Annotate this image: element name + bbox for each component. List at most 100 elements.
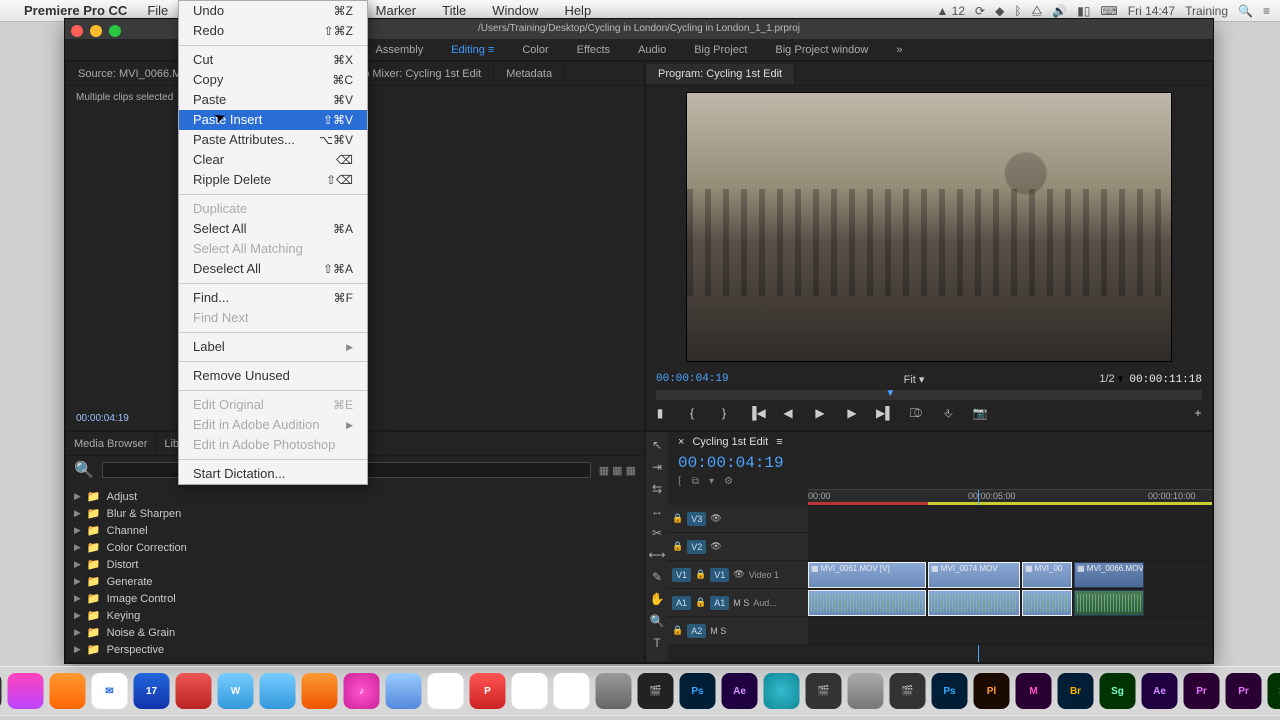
export-frame-icon[interactable]: 📷 — [972, 406, 988, 421]
timeline-timecode[interactable]: 00:00:04:19 — [668, 452, 1212, 474]
user-name[interactable]: Training — [1185, 4, 1228, 18]
notifications-icon[interactable]: ≡ — [1263, 4, 1270, 18]
workspace-editing[interactable]: Editing ≡ — [451, 44, 494, 56]
battery-icon[interactable]: ▮▯ — [1077, 4, 1090, 18]
extract-icon[interactable]: ⎀ — [940, 406, 956, 421]
edit-menu-item[interactable]: Paste Insert⇧⌘V — [179, 110, 367, 130]
dock-app-icon[interactable]: 🎬 — [806, 673, 842, 709]
dock-app-icon[interactable]: P — [470, 673, 506, 709]
dock-app-icon[interactable]: Pr — [1226, 673, 1262, 709]
spotlight-icon[interactable]: 🔍 — [1238, 4, 1253, 18]
dock-app-icon[interactable] — [764, 673, 800, 709]
pen-tool-icon[interactable]: ✎ — [652, 570, 662, 584]
workspace-big-project-window[interactable]: Big Project window — [775, 44, 868, 56]
dock-app-icon[interactable]: W — [218, 673, 254, 709]
fx-badge-icons[interactable]: ▦ ▦ ▦ — [599, 464, 636, 477]
workspace-overflow-icon[interactable]: » — [896, 44, 902, 56]
edit-menu-item[interactable]: Redo⇧⌘Z — [179, 21, 367, 41]
sync-icon[interactable]: ⟳ — [975, 4, 985, 18]
source-tab[interactable]: Metadata — [494, 64, 565, 84]
video-clip[interactable]: ▦ MVI_0074.MOV — [928, 562, 1020, 588]
video-track-header[interactable]: 🔒 V3 👁 — [668, 505, 808, 533]
volume-icon[interactable]: 🔊 — [1052, 4, 1067, 18]
dock-app-icon[interactable]: Pr — [1184, 673, 1220, 709]
edit-menu-item[interactable]: Paste Attributes...⌥⌘V — [179, 130, 367, 150]
edit-menu-item[interactable]: Copy⌘C — [179, 70, 367, 90]
dock-app-icon[interactable] — [50, 673, 86, 709]
track-select-tool-icon[interactable]: ⇥ — [652, 460, 662, 474]
clock[interactable]: Fri 14:47 — [1128, 4, 1175, 18]
effects-folder[interactable]: ▶📁Generate — [74, 573, 636, 590]
marker-icon[interactable]: ▾ — [709, 476, 714, 487]
dock-app-icon[interactable]: Ae — [722, 673, 758, 709]
video-track[interactable] — [808, 505, 1212, 533]
video-track[interactable] — [808, 533, 1212, 561]
edit-menu-item[interactable]: Cut⌘X — [179, 50, 367, 70]
program-tc-in[interactable]: 00:00:04:19 — [656, 373, 729, 385]
dock-app-icon[interactable] — [176, 673, 212, 709]
edit-menu-item[interactable]: Ripple Delete⇧⌫ — [179, 170, 367, 190]
edit-menu-item[interactable]: Label — [179, 337, 367, 357]
linked-selection-icon[interactable]: ⧉ — [692, 476, 699, 487]
go-to-out-icon[interactable]: ▶▌ — [876, 406, 892, 421]
workspace-color[interactable]: Color — [522, 44, 548, 56]
zoom-tool-icon[interactable]: 🔍 — [650, 614, 665, 628]
close-icon[interactable] — [71, 25, 83, 37]
sequence-name[interactable]: Cycling 1st Edit — [692, 436, 768, 448]
mark-in-icon[interactable]: ▮ — [652, 406, 668, 421]
dock-app-icon[interactable]: 🎬 — [638, 673, 674, 709]
time-ruler[interactable]: 00:0000:00:05:0000:00:10:0000:00:15 — [808, 489, 1212, 505]
video-track[interactable]: ▦ MVI_0061.MOV [V]▦ MVI_0074.MOV▦ MVI_00… — [808, 561, 1212, 589]
mark-clip-icon[interactable]: } — [716, 406, 732, 421]
audio-track-header[interactable]: 🔒 A2 M S — [668, 617, 808, 645]
zoom-icon[interactable] — [109, 25, 121, 37]
effects-folder[interactable]: ▶📁Stylize — [74, 658, 636, 663]
audio-track[interactable] — [808, 589, 1212, 617]
video-clip[interactable]: ▦ MVI_0066.MOV [V] — [1074, 562, 1144, 588]
program-viewer[interactable] — [686, 92, 1172, 362]
mark-out-icon[interactable]: { — [684, 406, 700, 421]
keyboard-icon[interactable]: ⌨ — [1100, 4, 1117, 18]
audio-clip[interactable] — [1022, 590, 1072, 616]
edit-menu-item[interactable]: Start Dictation... — [179, 464, 367, 484]
workspace-big-project[interactable]: Big Project — [694, 44, 747, 56]
step-forward-icon[interactable]: ▶ — [844, 406, 860, 421]
dock-app-icon[interactable] — [596, 673, 632, 709]
adobe-cc-icon[interactable]: ▲ 12 — [936, 4, 965, 18]
audio-clip[interactable] — [808, 590, 926, 616]
dock-app-icon[interactable]: Sg — [1268, 673, 1280, 709]
program-tab[interactable]: Program: Cycling 1st Edit — [646, 64, 795, 84]
dock-app-icon[interactable] — [428, 673, 464, 709]
type-tool-icon[interactable]: T — [653, 636, 660, 650]
effects-tab[interactable]: Media Browser — [66, 434, 156, 454]
effects-folder[interactable]: ▶📁Distort — [74, 556, 636, 573]
dropbox-icon[interactable]: ◆ — [995, 4, 1004, 18]
lift-icon[interactable]: ⎄ — [908, 406, 924, 421]
effects-folder[interactable]: ▶📁Noise & Grain — [74, 624, 636, 641]
effects-folder[interactable]: ▶📁Color Correction — [74, 539, 636, 556]
edit-menu-item[interactable]: Deselect All⇧⌘A — [179, 259, 367, 279]
dock-app-icon[interactable] — [0, 673, 2, 709]
effects-folder[interactable]: ▶📁Channel — [74, 522, 636, 539]
dock-app-icon[interactable]: Sg — [1100, 673, 1136, 709]
fit-dropdown[interactable]: Fit — [904, 374, 916, 386]
edit-menu-item[interactable]: Paste⌘V — [179, 90, 367, 110]
traffic-lights[interactable] — [71, 25, 121, 37]
dock-app-icon[interactable] — [8, 673, 44, 709]
dock-app-icon[interactable]: ♪ — [344, 673, 380, 709]
effects-folder[interactable]: ▶📁Keying — [74, 607, 636, 624]
edit-menu-item[interactable]: Find...⌘F — [179, 288, 367, 308]
play-icon[interactable]: ▶ — [812, 406, 828, 421]
edit-menu-item[interactable]: Clear⌫ — [179, 150, 367, 170]
workspace-assembly[interactable]: Assembly — [376, 44, 424, 56]
dock-app-icon[interactable]: Pl — [974, 673, 1010, 709]
dock-app-icon[interactable] — [302, 673, 338, 709]
selection-tool-icon[interactable]: ↖ — [652, 438, 662, 452]
effects-folder[interactable]: ▶📁Adjust — [74, 488, 636, 505]
workspace-audio[interactable]: Audio — [638, 44, 666, 56]
wifi-icon[interactable]: ⧋ — [1032, 3, 1043, 18]
settings-icon[interactable]: ⚙ — [724, 476, 733, 487]
edit-menu-item[interactable]: Select All⌘A — [179, 219, 367, 239]
slip-tool-icon[interactable]: ⟷ — [648, 548, 665, 562]
dock-app-icon[interactable]: Ae — [1142, 673, 1178, 709]
